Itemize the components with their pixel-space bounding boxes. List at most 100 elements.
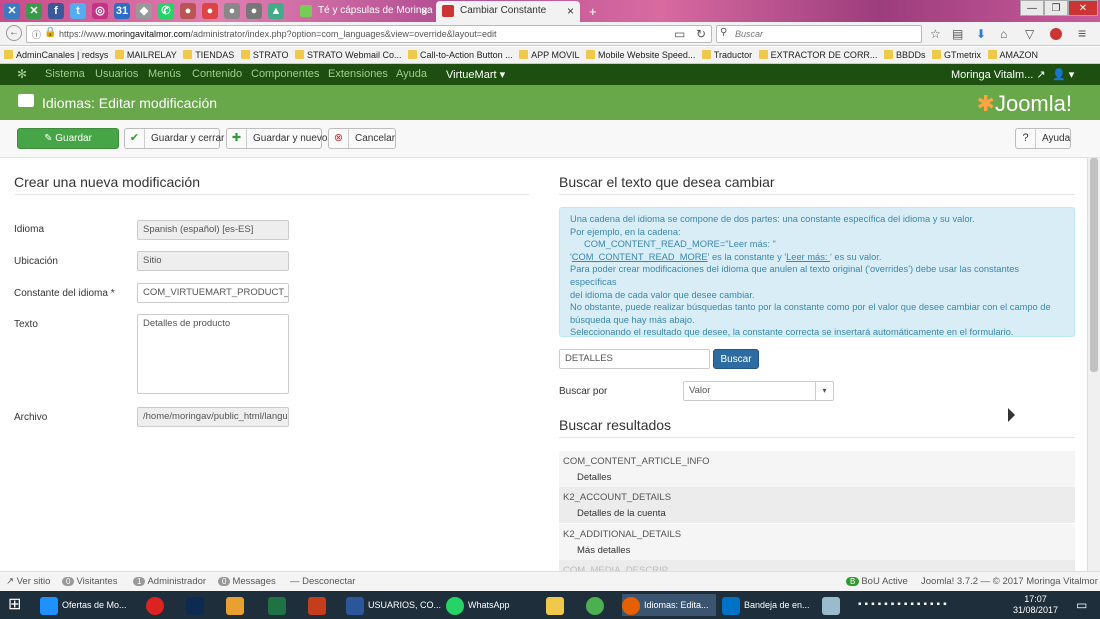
bookmarks-list-icon[interactable]: ▤ <box>952 27 963 41</box>
bookmark-item[interactable]: EXTRACTOR DE CORR... <box>758 47 877 63</box>
admin-status: 1 Administrador <box>133 576 206 587</box>
bookmark-item[interactable]: STRATO <box>240 47 288 63</box>
taskbar-item-firefox[interactable]: Idiomas: Edita... <box>622 594 716 616</box>
messages-status[interactable]: 0 Messages <box>218 576 276 587</box>
system-tray-icons[interactable]: ▪▪▪▪▪▪▪▪▪▪▪▪▪▪ <box>858 594 950 616</box>
taskbar-item-whatsapp[interactable]: WhatsApp <box>446 594 536 616</box>
new-tab-button[interactable]: + <box>582 1 606 22</box>
minimize-button[interactable]: — <box>1020 0 1044 16</box>
save-button[interactable]: ✎ Guardar <box>17 128 119 149</box>
taskbar-item-app[interactable] <box>822 594 844 616</box>
menu-virtuemart[interactable]: VirtueMart ▾ <box>446 68 505 81</box>
pinned-tab-icon[interactable]: ● <box>180 3 196 19</box>
save-close-button[interactable]: ✔ Guardar y cerrar <box>124 128 224 149</box>
notifications-icon[interactable]: ▭ <box>1076 594 1087 616</box>
result-item[interactable]: K2_ADDITIONAL_DETAILS Más detalles <box>559 524 1075 560</box>
menu-menus[interactable]: Menús <box>148 68 181 80</box>
whatsapp-icon[interactable]: ✆ <box>158 3 174 19</box>
info-icon[interactable]: ⓘ <box>32 28 41 41</box>
windows-start-icon[interactable]: ⊞ <box>8 594 21 616</box>
taskbar-item-explorer[interactable] <box>546 594 568 616</box>
bookmark-item[interactable]: STRATO Webmail Co... <box>295 47 402 63</box>
tab-moringa[interactable]: Té y cápsulas de Moringa O × <box>294 1 434 22</box>
close-tab-icon[interactable]: × <box>421 4 428 18</box>
reload-icon[interactable]: ↻ <box>696 27 706 41</box>
bookmark-item[interactable]: GTmetrix <box>932 47 981 63</box>
joomla-menu-icon[interactable]: ✻ <box>17 67 27 81</box>
logout-link[interactable]: — Desconectar <box>290 576 355 587</box>
menu-ayuda[interactable]: Ayuda <box>396 68 427 80</box>
page-scrollbar[interactable] <box>1087 158 1100 591</box>
taskbar-item-word[interactable]: USUARIOS, CO... <box>346 594 441 616</box>
browser-nav-bar: ← https://www.moringavitalmor.com/admini… <box>0 22 1100 46</box>
menu-icon[interactable]: ≡ <box>1078 25 1086 41</box>
pinned-tab-icon[interactable]: ● <box>224 3 240 19</box>
result-item[interactable]: COM_MEDIA_DESCRIP <box>559 560 1075 571</box>
bookmark-star-icon[interactable]: ☆ <box>930 27 941 41</box>
facebook-icon[interactable]: f <box>48 3 64 19</box>
taskbar-item-chrome[interactable] <box>586 594 608 616</box>
url-bar[interactable]: https://www.moringavitalmor.com/administ… <box>26 25 712 43</box>
menu-contenido[interactable]: Contenido <box>192 68 242 80</box>
close-window-button[interactable]: ✕ <box>1068 0 1098 16</box>
taskbar-item-media[interactable] <box>226 594 248 616</box>
taskbar-item-powerpoint[interactable] <box>308 594 330 616</box>
cancel-button[interactable]: ⊗ Cancelar <box>328 128 396 149</box>
result-item[interactable]: K2_ACCOUNT_DETAILS Detalles de la cuenta <box>559 487 1075 523</box>
close-tab-icon[interactable]: × <box>567 4 574 18</box>
bookmark-item[interactable]: MAILRELAY <box>114 47 177 63</box>
user-menu-icon[interactable]: 👤 ▾ <box>1052 68 1074 81</box>
reader-view-icon[interactable]: ▭ <box>674 27 685 41</box>
pinned-tab-icon[interactable]: ● <box>202 3 218 19</box>
pinned-tab-icon[interactable]: ▲ <box>268 3 284 19</box>
tab-cambiar-constante[interactable]: Cambiar Constante × <box>436 1 580 22</box>
menu-extensiones[interactable]: Extensiones <box>328 68 388 80</box>
taskbar-clock[interactable]: 17:07 31/08/2017 <box>1013 594 1058 616</box>
adblock-icon[interactable] <box>1050 28 1062 40</box>
instagram-icon[interactable]: ◎ <box>92 3 108 19</box>
constant-input[interactable]: COM_VIRTUEMART_PRODUCT_DI <box>137 283 289 303</box>
pinned-tab-icon[interactable]: ◆ <box>136 3 152 19</box>
bou-status[interactable]: B BoU Active <box>846 576 908 587</box>
bookmark-item[interactable]: Call-to-Action Button ... <box>408 47 513 63</box>
bookmark-item[interactable]: APP MOVIL <box>519 47 579 63</box>
home-icon[interactable]: ⌂ <box>1000 27 1007 41</box>
taskbar-item-photoshop[interactable] <box>186 594 208 616</box>
browser-search-input[interactable]: Buscar <box>716 25 922 43</box>
pinned-tab-icon[interactable]: ✕ <box>4 3 20 19</box>
menu-usuarios[interactable]: Usuarios <box>95 68 138 80</box>
site-link[interactable]: Moringa Vitalm... ↗ <box>951 68 1046 81</box>
search-text-input[interactable]: DETALLES <box>559 349 710 369</box>
save-new-button[interactable]: ✚ Guardar y nuevo <box>226 128 328 149</box>
bookmark-item[interactable]: BBDDs <box>883 47 925 63</box>
taskbar-item-opera[interactable] <box>146 594 168 616</box>
result-item[interactable]: COM_CONTENT_ARTICLE_INFO Detalles <box>559 451 1075 487</box>
bookmark-icon <box>758 50 768 59</box>
bookmark-item[interactable]: Mobile Website Speed... <box>585 47 695 63</box>
bookmark-item[interactable]: AdminCanales | redsys <box>4 47 108 63</box>
folder-icon <box>114 50 124 59</box>
view-site-link[interactable]: ↗ Ver sitio <box>6 576 50 587</box>
scrollbar-thumb[interactable] <box>1090 158 1098 372</box>
taskbar-item-excel[interactable] <box>268 594 290 616</box>
taskbar-item-outlook[interactable]: Bandeja de en... <box>722 594 814 616</box>
calendar-icon[interactable]: 31 <box>114 3 130 19</box>
search-button[interactable]: Buscar <box>713 349 759 369</box>
pinned-tab-icon[interactable]: ● <box>246 3 262 19</box>
restore-button[interactable]: ❐ <box>1044 0 1068 16</box>
bookmark-item[interactable]: AMAZON <box>987 47 1038 63</box>
pinned-tab-icon[interactable]: ✕ <box>26 3 42 19</box>
bookmark-item[interactable]: Traductor <box>701 47 752 63</box>
bookmark-item[interactable]: TIENDAS <box>183 47 234 63</box>
twitter-icon[interactable]: t <box>70 3 86 19</box>
back-icon[interactable]: ← <box>6 25 22 41</box>
text-textarea[interactable]: Detalles de producto <box>137 314 289 394</box>
search-by-select[interactable]: Valor ▾ <box>683 381 834 401</box>
download-icon[interactable]: ⬇ <box>976 27 986 41</box>
menu-sistema[interactable]: Sistema <box>45 68 85 80</box>
help-button[interactable]: ? Ayuda <box>1015 128 1071 149</box>
menu-componentes[interactable]: Componentes <box>251 68 320 80</box>
mouse-cursor <box>1008 408 1015 422</box>
pocket-icon[interactable]: ▽ <box>1025 27 1034 41</box>
taskbar-item-ie[interactable]: Ofertas de Mo... <box>40 594 130 616</box>
